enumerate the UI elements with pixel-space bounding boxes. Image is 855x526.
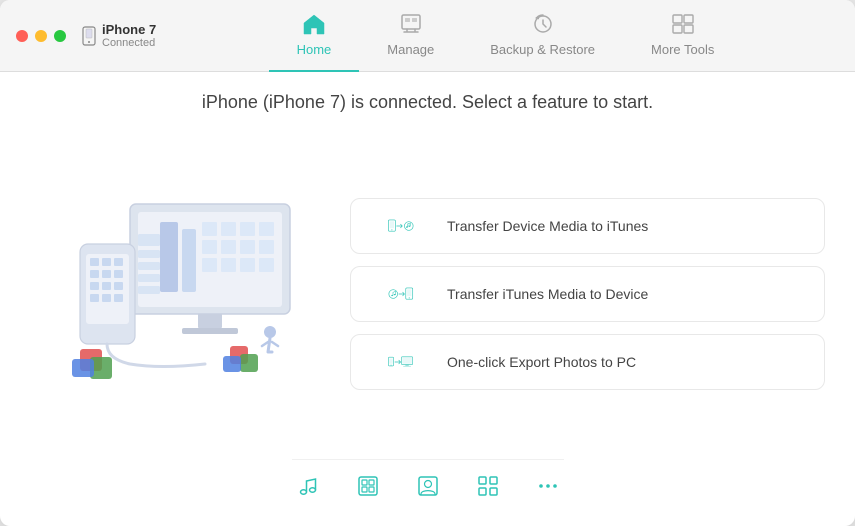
main-heading: iPhone (iPhone 7) is connected. Select a…: [202, 92, 653, 113]
window-controls: [16, 30, 66, 42]
toolbar-music-icon[interactable]: [292, 470, 324, 502]
titlebar: iPhone 7 Connected Home: [0, 0, 855, 72]
maximize-button[interactable]: [54, 30, 66, 42]
main-content: iPhone (iPhone 7) is connected. Select a…: [0, 72, 855, 526]
tools-icon: [671, 13, 695, 39]
toolbar-contacts-icon[interactable]: [412, 470, 444, 502]
feature-card-transfer-to-itunes[interactable]: Transfer Device Media to iTunes: [350, 198, 825, 254]
app-window: iPhone 7 Connected Home: [0, 0, 855, 526]
tab-backup[interactable]: Backup & Restore: [462, 1, 623, 72]
transfer-to-device-icon: [371, 281, 431, 307]
tab-home-label: Home: [297, 42, 332, 57]
tab-home[interactable]: Home: [269, 1, 360, 72]
feature-label-transfer-to-device: Transfer iTunes Media to Device: [447, 286, 648, 302]
home-icon: [302, 13, 326, 39]
toolbar-photos-icon[interactable]: [352, 470, 384, 502]
bottom-toolbar: [292, 459, 564, 516]
toolbar-more-icon[interactable]: [532, 470, 564, 502]
feature-card-transfer-to-device[interactable]: Transfer iTunes Media to Device: [350, 266, 825, 322]
tab-manage[interactable]: Manage: [359, 1, 462, 72]
device-name: iPhone 7: [102, 22, 156, 37]
export-photos-icon: [371, 349, 431, 375]
illustration: [30, 174, 330, 414]
tab-tools[interactable]: More Tools: [623, 1, 742, 72]
toolbar-apps-icon[interactable]: [472, 470, 504, 502]
feature-cards: Transfer Device Media to iTunes: [350, 198, 825, 390]
minimize-button[interactable]: [35, 30, 47, 42]
manage-icon: [399, 13, 423, 39]
feature-card-export-photos[interactable]: One-click Export Photos to PC: [350, 334, 825, 390]
device-status: Connected: [102, 37, 156, 49]
nav-tabs: Home Manage: [172, 0, 839, 71]
device-info: iPhone 7 Connected: [82, 22, 172, 49]
backup-icon: [531, 13, 555, 39]
transfer-to-itunes-icon: [371, 213, 431, 239]
feature-label-export-photos: One-click Export Photos to PC: [447, 354, 636, 370]
tab-manage-label: Manage: [387, 42, 434, 57]
tab-tools-label: More Tools: [651, 42, 714, 57]
main-body: Transfer Device Media to iTunes: [30, 137, 825, 451]
close-button[interactable]: [16, 30, 28, 42]
feature-label-transfer-to-itunes: Transfer Device Media to iTunes: [447, 218, 648, 234]
tab-backup-label: Backup & Restore: [490, 42, 595, 57]
phone-icon: [82, 26, 96, 46]
